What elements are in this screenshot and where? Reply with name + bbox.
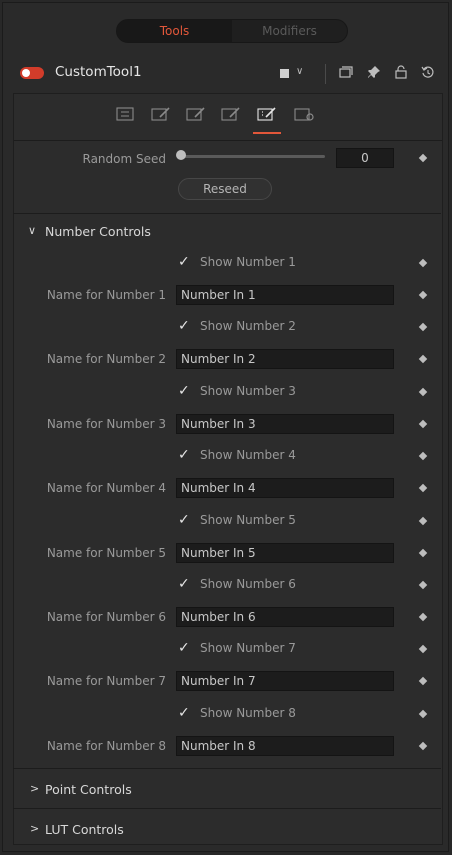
number-name-input[interactable]: Number In 6 — [176, 607, 394, 627]
tab-config-icon[interactable] — [253, 106, 281, 134]
show-number-checkbox[interactable]: ✓ Show Number 3 — [178, 383, 296, 399]
show-number-checkbox[interactable]: ✓ Show Number 1 — [178, 254, 296, 270]
check-icon[interactable]: ✓ — [178, 254, 194, 270]
lut-controls-header[interactable]: LUT Controls — [45, 822, 124, 837]
show-number-checkbox[interactable]: ✓ Show Number 7 — [178, 640, 296, 656]
number-name-input[interactable]: Number In 5 — [176, 543, 394, 563]
tab-setup-icon[interactable] — [151, 106, 171, 122]
control-tabs — [14, 94, 442, 141]
tab-channels-icon[interactable] — [221, 106, 241, 122]
show-number-label: Show Number 7 — [200, 641, 296, 655]
random-seed-input[interactable]: 0 — [336, 148, 394, 168]
tab-modifiers[interactable]: Modifiers — [232, 20, 347, 42]
show-number-label: Show Number 5 — [200, 513, 296, 527]
check-icon[interactable]: ✓ — [178, 576, 194, 592]
number-name-input[interactable]: Number In 2 — [176, 349, 394, 369]
show-number-checkbox[interactable]: ✓ Show Number 2 — [178, 318, 296, 334]
check-icon[interactable]: ✓ — [178, 383, 194, 399]
check-icon[interactable]: ✓ — [178, 705, 194, 721]
number-name-input[interactable]: Number In 1 — [176, 285, 394, 305]
check-icon[interactable]: ✓ — [178, 512, 194, 528]
number-name-label: Name for Number 5 — [46, 546, 166, 560]
tool-controls — [13, 93, 443, 845]
lut-controls-divider — [13, 808, 441, 809]
show-number-label: Show Number 4 — [200, 448, 296, 462]
chevron-down-icon[interactable]: ∨ — [28, 224, 36, 237]
check-icon[interactable]: ✓ — [178, 447, 194, 463]
tool-enable-toggle[interactable] — [20, 67, 44, 79]
color-swatch-icon[interactable] — [280, 69, 289, 78]
show-number-checkbox[interactable]: ✓ Show Number 5 — [178, 512, 296, 528]
inspector-panel: Tools Modifiers CustomTool1 ∨ Random See… — [2, 2, 449, 852]
tab-settings-icon[interactable] — [294, 106, 314, 122]
chevron-right-icon[interactable]: > — [30, 782, 39, 795]
mode-switch: Tools Modifiers — [116, 19, 348, 43]
show-number-label: Show Number 2 — [200, 319, 296, 333]
number-name-label: Name for Number 3 — [46, 417, 166, 431]
number-name-label: Name for Number 7 — [46, 674, 166, 688]
number-name-label: Name for Number 4 — [46, 481, 166, 495]
number-name-input[interactable]: Number In 4 — [176, 478, 394, 498]
point-controls-header[interactable]: Point Controls — [45, 782, 132, 797]
show-number-checkbox[interactable]: ✓ Show Number 4 — [178, 447, 296, 463]
check-icon[interactable]: ✓ — [178, 640, 194, 656]
tab-intermediate-icon[interactable] — [186, 106, 206, 122]
show-number-checkbox[interactable]: ✓ Show Number 8 — [178, 705, 296, 721]
chevron-down-icon[interactable]: ∨ — [296, 66, 303, 77]
lock-icon[interactable] — [394, 65, 408, 82]
number-name-input[interactable]: Number In 3 — [176, 414, 394, 434]
number-name-label: Name for Number 8 — [46, 739, 166, 753]
number-name-input[interactable]: Number In 7 — [176, 671, 394, 691]
show-number-label: Show Number 8 — [200, 706, 296, 720]
point-controls-divider — [13, 768, 441, 769]
reseed-button[interactable]: Reseed — [178, 178, 272, 200]
reset-icon[interactable] — [421, 65, 435, 82]
number-name-label: Name for Number 1 — [46, 288, 166, 302]
chevron-right-icon[interactable]: > — [30, 822, 39, 835]
number-name-label: Name for Number 6 — [46, 610, 166, 624]
check-icon[interactable]: ✓ — [178, 318, 194, 334]
random-seed-slider-handle[interactable] — [176, 150, 186, 160]
tool-name: CustomTool1 — [55, 64, 142, 80]
versions-icon[interactable] — [339, 65, 353, 82]
show-number-label: Show Number 3 — [200, 384, 296, 398]
pin-icon[interactable] — [367, 65, 381, 82]
number-controls-divider — [13, 213, 441, 214]
tool-header: CustomTool1 ∨ — [3, 55, 450, 91]
header-divider — [325, 64, 326, 84]
random-seed-slider[interactable] — [177, 155, 325, 158]
show-number-label: Show Number 1 — [200, 255, 296, 269]
number-controls-header[interactable]: Number Controls — [45, 224, 151, 239]
show-number-label: Show Number 6 — [200, 577, 296, 591]
number-name-label: Name for Number 2 — [46, 352, 166, 366]
number-name-input[interactable]: Number In 8 — [176, 736, 394, 756]
random-seed-label: Random Seed — [82, 152, 167, 166]
show-number-checkbox[interactable]: ✓ Show Number 6 — [178, 576, 296, 592]
tab-tools[interactable]: Tools — [117, 20, 232, 42]
tab-controls-icon[interactable] — [115, 106, 135, 122]
